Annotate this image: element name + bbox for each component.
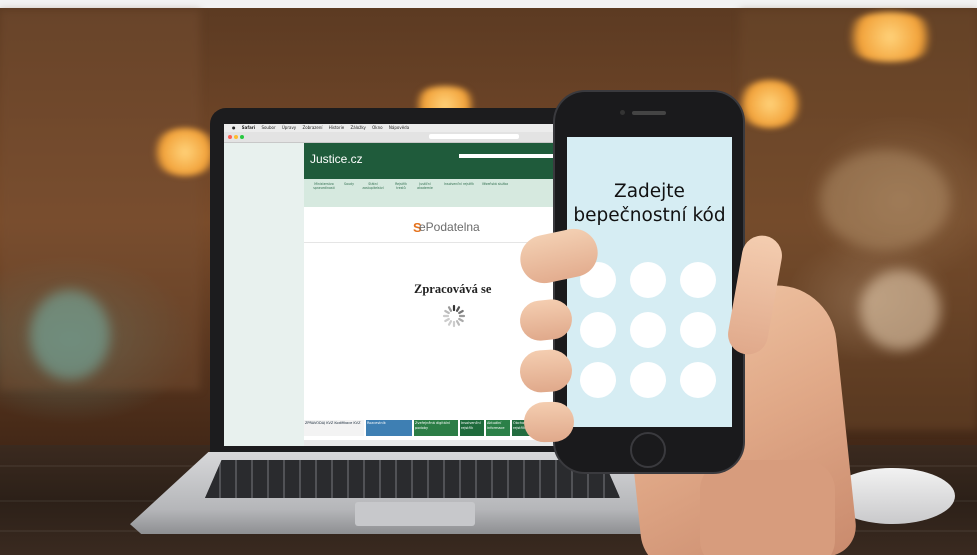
nav-item[interactable]: Soudy [342,182,356,186]
site-logo[interactable]: Justice.cz [310,152,363,166]
ad-banner[interactable]: Zveřejněná digitální podoby [414,420,458,436]
lamp-light [735,80,805,128]
bokeh-light [30,290,110,380]
ad-banner[interactable]: Rozcestník [366,420,412,436]
pin-dot-5[interactable] [630,312,666,348]
hand-wrist [700,460,835,555]
nav-item[interactable]: Vězeňská služba [480,182,510,186]
ad-banner[interactable]: ZPRAVODAJ KVZ Kodifikace KVZ [304,420,364,436]
nav-item[interactable]: Ministerstvo spravedlnosti [308,182,340,190]
pin-dot-2[interactable] [630,262,666,298]
pin-dot-3[interactable] [680,262,716,298]
epodatelna-logo: ePodatelna [419,220,480,234]
processing-status: Zpracovává se [414,282,492,296]
bokeh-light [820,150,950,250]
pin-dot-8[interactable] [630,362,666,398]
finger [523,401,575,443]
website: Justice.cz Ministerstvo spravedlnosti So… [224,124,569,446]
nav-item[interactable]: Rejstřík trestů [392,182,410,190]
top-strip [0,0,977,8]
home-button[interactable] [630,432,666,468]
pin-dot-9[interactable] [680,362,716,398]
photo-scene: ● Safari Soubor Úpravy Zobrazení Histori… [0,0,977,555]
pin-dot-7[interactable] [580,362,616,398]
laptop-keyboard [205,460,620,498]
ad-banner[interactable]: Insolvenční rejstřík [460,420,484,436]
nav-item[interactable]: Insolvenční rejstřík [442,182,476,186]
loading-spinner-icon [442,304,466,328]
lamp-light [840,12,940,62]
laptop-trackpad [355,502,475,526]
ad-banner[interactable]: Aktuální informace [486,420,510,436]
site-search-input[interactable] [459,154,559,158]
front-camera-icon [620,110,625,115]
prompt-line-1: Zadejte [614,181,685,202]
nav-item[interactable]: Státní zastupitelství [358,182,388,190]
phone-speaker [632,111,666,115]
nav-item[interactable]: Justiční akademie [414,182,436,190]
pin-dot-4[interactable] [580,312,616,348]
security-code-prompt: Zadejte bepečnostní kód [567,180,732,228]
prompt-line-2: bepečnostní kód [573,205,726,226]
bokeh-light [860,270,940,350]
site-footer [304,440,569,446]
pin-dot-6[interactable] [680,312,716,348]
